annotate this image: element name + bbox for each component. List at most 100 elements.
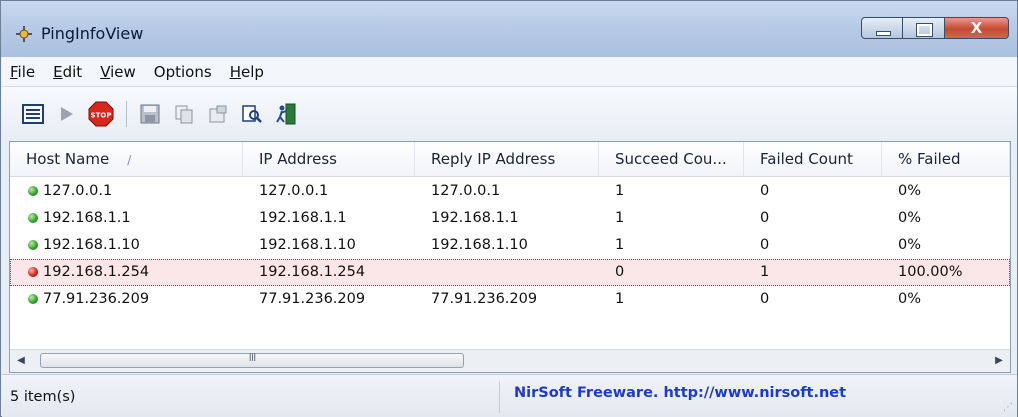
scroll-right-icon[interactable]: ▶: [988, 350, 1010, 372]
cell-text: 127.0.0.1: [431, 183, 501, 199]
ping-success-icon: [28, 186, 38, 196]
ping-success-icon: [28, 240, 38, 250]
nirsoft-link[interactable]: NirSoft Freeware. http://www.nirsoft.net: [514, 381, 846, 413]
cell-ip: 77.91.236.209: [243, 286, 365, 313]
cell-text: 192.168.1.254: [43, 264, 150, 280]
start-icon: [61, 107, 73, 121]
column-header-succeed-count[interactable]: Succeed Cou...: [599, 142, 744, 176]
table-row[interactable]: 77.91.236.209 77.91.236.209 77.91.236.209 1…: [10, 286, 1010, 313]
menu-edit[interactable]: Edit: [45, 63, 90, 81]
cell-text: 0: [615, 264, 625, 280]
cell-succeed: 1: [599, 205, 624, 232]
cell-host: 127.0.0.1: [10, 178, 112, 205]
maximize-button[interactable]: [903, 17, 945, 39]
cell-text: 1: [615, 210, 625, 226]
cell-pct: 0%: [882, 178, 921, 205]
close-button[interactable]: X: [945, 17, 1009, 39]
menu-bar: File Edit View Options Help: [2, 57, 1017, 87]
cell-text: 1: [615, 183, 625, 199]
cell-text: 192.168.1.10: [43, 237, 140, 253]
cell-host: 192.168.1.10: [10, 232, 140, 259]
table-row[interactable]: 192.168.1.1 192.168.1.1 192.168.1.1 1 0 0%: [10, 205, 1010, 232]
menu-help[interactable]: Help: [222, 63, 272, 81]
cell-text: 0: [760, 291, 770, 307]
item-count: 5 item(s): [2, 381, 500, 413]
ping-failed-icon: [28, 267, 38, 277]
cell-reply: 127.0.0.1: [415, 178, 500, 205]
cell-succeed: 1: [599, 232, 624, 259]
scrollbar-grip: III: [248, 351, 257, 364]
cell-host: 77.91.236.209: [10, 286, 149, 313]
close-icon: X: [970, 19, 983, 37]
cell-text: 0: [760, 210, 770, 226]
cell-text: 0: [760, 183, 770, 199]
cell-text: 77.91.236.209: [431, 291, 538, 307]
app-icon: [16, 26, 32, 42]
title-bar[interactable]: PingInfoView X: [1, 1, 1017, 57]
cell-text: 192.168.1.1: [43, 210, 131, 226]
cell-reply: 192.168.1.10: [415, 232, 528, 259]
cell-failed: 0: [744, 205, 769, 232]
svg-text:STOP: STOP: [91, 112, 112, 120]
cell-failed: 0: [744, 232, 769, 259]
menu-view[interactable]: View: [92, 63, 144, 81]
cell-text: 192.168.1.1: [259, 210, 347, 226]
save-icon: [140, 104, 160, 124]
window-title: PingInfoView: [41, 24, 144, 43]
table-row[interactable]: 192.168.1.254 192.168.1.254 0 1 100.00%: [10, 259, 1010, 286]
cell-pct: 100.00%: [882, 259, 963, 286]
properties-button[interactable]: [205, 101, 231, 127]
cell-pct: 0%: [882, 232, 921, 259]
column-header-failed-count[interactable]: Failed Count: [744, 142, 882, 176]
cell-reply: 192.168.1.1: [415, 205, 519, 232]
column-header-host-name[interactable]: Host Name /: [10, 142, 243, 176]
copy-button[interactable]: [171, 101, 197, 127]
cell-text: 1: [615, 237, 625, 253]
menu-file[interactable]: File: [2, 63, 43, 81]
cell-text: 127.0.0.1: [259, 183, 329, 199]
copy-icon: [175, 105, 193, 124]
cell-failed: 1: [744, 259, 769, 286]
column-header-ip-address[interactable]: IP Address: [243, 142, 415, 176]
cell-text: 192.168.1.1: [431, 210, 519, 226]
cell-pct: 0%: [882, 286, 921, 313]
status-bar: 5 item(s) NirSoft Freeware. http://www.n…: [2, 374, 1017, 417]
scrollbar-thumb[interactable]: III: [40, 351, 464, 368]
column-header-percent-failed[interactable]: % Failed: [882, 142, 1010, 176]
cell-text: 192.168.1.10: [431, 237, 528, 253]
table-row[interactable]: 127.0.0.1 127.0.0.1 127.0.0.1 1 0 0%: [10, 178, 1010, 205]
cell-text: 192.168.1.10: [259, 237, 356, 253]
cell-failed: 0: [744, 286, 769, 313]
ping-results-list[interactable]: Host Name / IP Address Reply IP Address S…: [9, 141, 1011, 373]
cell-succeed: 1: [599, 286, 624, 313]
options-button[interactable]: [20, 101, 46, 127]
cell-text: 77.91.236.209: [43, 291, 150, 307]
column-header-reply-ip[interactable]: Reply IP Address: [415, 142, 599, 176]
properties-icon: [209, 105, 227, 123]
cell-text: 77.91.236.209: [259, 291, 366, 307]
cell-text: 0%: [898, 210, 922, 226]
exit-button[interactable]: [273, 101, 299, 127]
stop-icon: STOP: [88, 101, 114, 127]
stop-button[interactable]: STOP: [88, 101, 114, 127]
cell-text: 100.00%: [898, 264, 963, 280]
menu-options[interactable]: Options: [146, 63, 220, 81]
find-button[interactable]: [239, 101, 265, 127]
horizontal-scrollbar[interactable]: ◀ III ▶: [10, 349, 1010, 372]
scroll-left-icon[interactable]: ◀: [10, 350, 32, 372]
minimize-button[interactable]: [861, 17, 903, 39]
find-icon: [242, 105, 262, 123]
table-row[interactable]: 192.168.1.10 192.168.1.10 192.168.1.10 1 0 0%: [10, 232, 1010, 259]
resize-grip-icon[interactable]: ⋰: [1003, 402, 1013, 413]
start-button[interactable]: [54, 101, 80, 127]
cell-host: 192.168.1.254: [10, 259, 149, 286]
exit-icon: [276, 103, 296, 125]
cell-ip: 127.0.0.1: [243, 178, 328, 205]
sort-indicator-icon: /: [127, 153, 132, 167]
toolbar-separator: [126, 101, 127, 127]
ping-success-icon: [28, 213, 38, 223]
toolbar: STOP: [2, 87, 1017, 141]
cell-text: 0%: [898, 183, 922, 199]
save-button[interactable]: [137, 101, 163, 127]
cell-text: 0%: [898, 237, 922, 253]
